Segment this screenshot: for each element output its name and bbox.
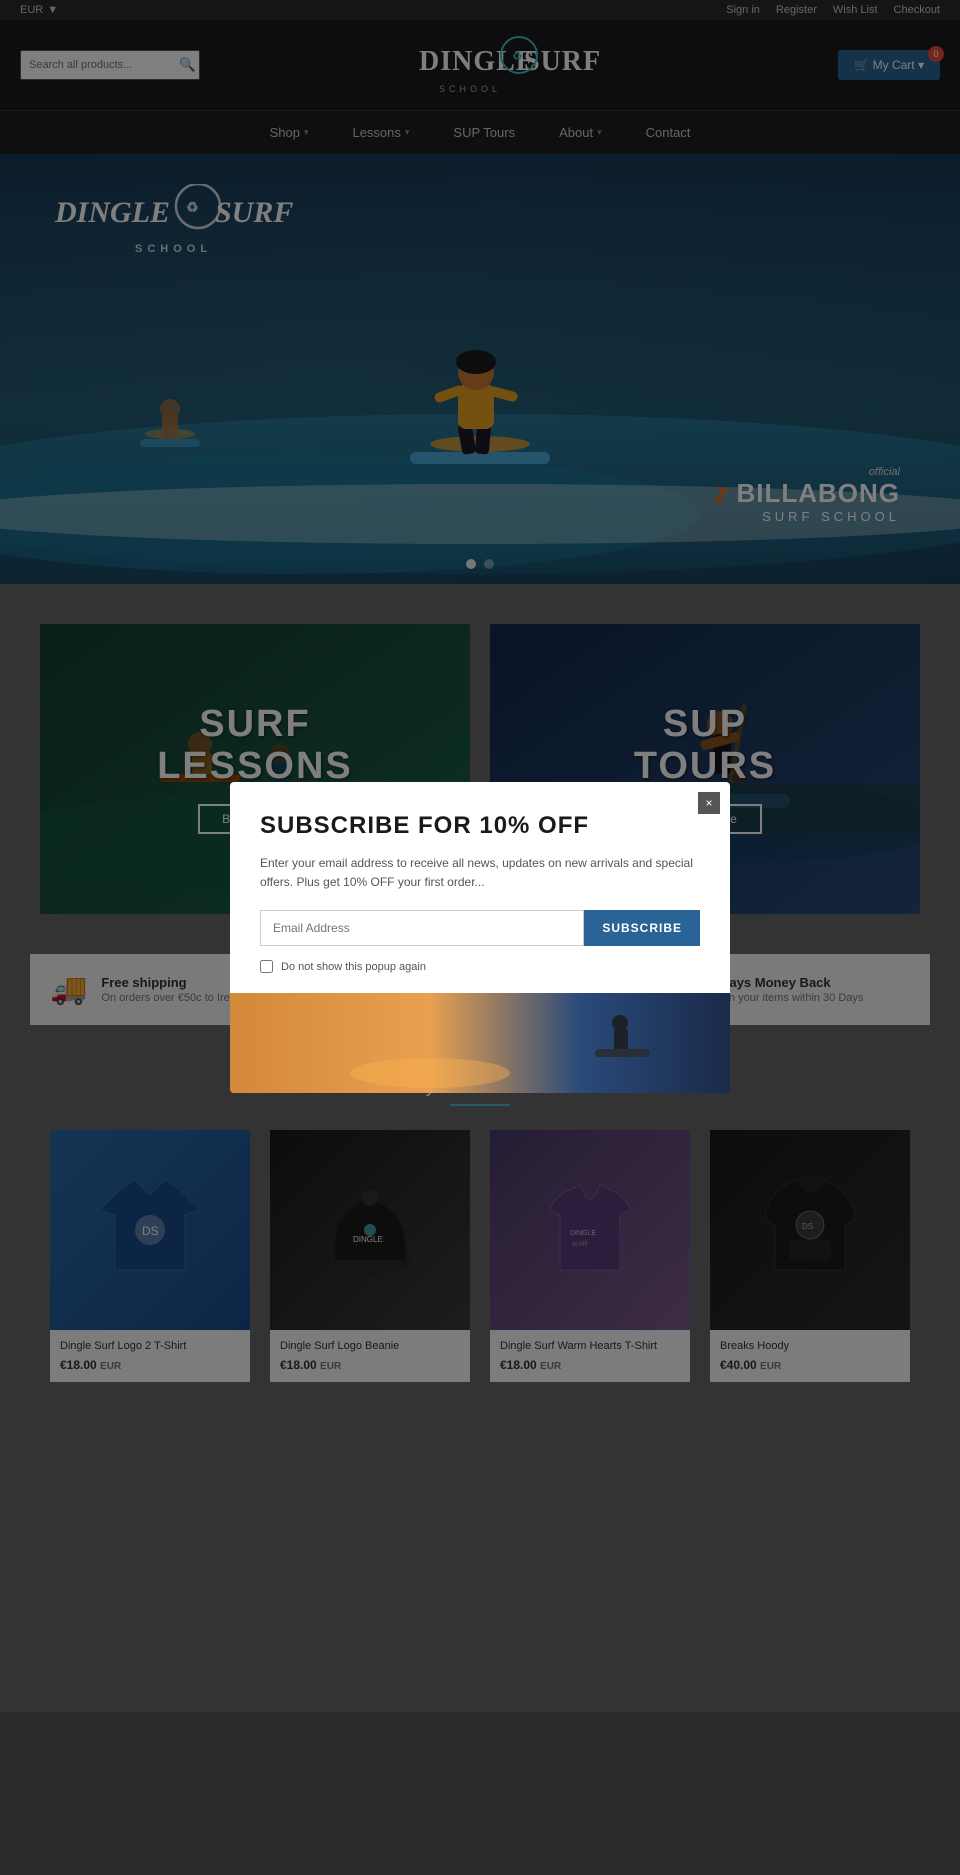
popup-content: SUBSCRIBE FOR 10% OFF Enter your email a…	[230, 782, 730, 993]
no-show-popup-checkbox[interactable]	[260, 960, 273, 973]
popup-sunset-svg	[230, 993, 730, 1093]
popup-close-button[interactable]: ×	[698, 792, 720, 814]
popup-bottom-image	[230, 993, 730, 1093]
popup-subscribe-button[interactable]: SUBSCRIBE	[584, 910, 700, 946]
popup-email-row: SUBSCRIBE	[260, 910, 700, 946]
popup-description: Enter your email address to receive all …	[260, 854, 700, 892]
subscribe-popup: × SUBSCRIBE FOR 10% OFF Enter your email…	[230, 782, 730, 1093]
popup-checkbox-row: Do not show this popup again	[260, 960, 700, 973]
popup-title: SUBSCRIBE FOR 10% OFF	[260, 812, 700, 840]
popup-email-input[interactable]	[260, 910, 584, 946]
no-show-popup-label[interactable]: Do not show this popup again	[281, 961, 426, 973]
popup-overlay: × SUBSCRIBE FOR 10% OFF Enter your email…	[0, 0, 960, 1875]
